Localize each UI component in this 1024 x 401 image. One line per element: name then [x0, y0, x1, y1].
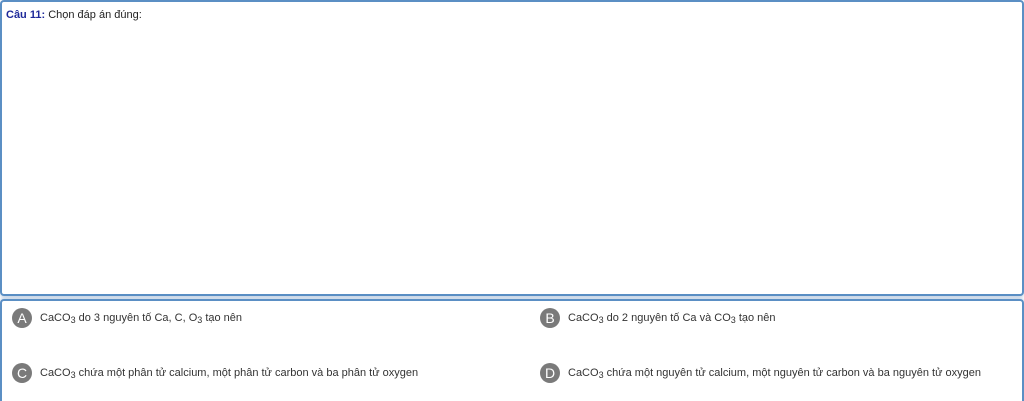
- question-prompt: Chọn đáp án đúng:: [45, 9, 142, 21]
- option-letter-badge: B: [540, 308, 560, 328]
- answer-option-d[interactable]: D CaCO3 chứa một nguyên tử calcium, một …: [540, 363, 981, 383]
- answers-panel: A CaCO3 do 3 nguyên tố Ca, C, O3 tạo nên…: [0, 299, 1024, 401]
- option-text-part: do 2 nguyên tố Ca và CO: [603, 311, 731, 324]
- option-letter-badge: D: [540, 363, 560, 383]
- question-panel: Câu 11: Chọn đáp án đúng:: [0, 0, 1024, 296]
- answer-option-c[interactable]: C CaCO3 chứa một phân tử calcium, một ph…: [12, 363, 418, 383]
- question-text: Câu 11: Chọn đáp án đúng:: [6, 9, 142, 21]
- option-text-part: do 3 nguyên tố Ca, C, O: [75, 311, 198, 324]
- option-text-part: CaCO: [568, 366, 599, 379]
- option-text-part: CaCO: [568, 311, 599, 324]
- answer-option-b[interactable]: B CaCO3 do 2 nguyên tố Ca và CO3 tạo nên: [540, 308, 776, 328]
- option-text-part: chứa một phân tử calcium, một phân tử ca…: [75, 366, 419, 379]
- option-letter-badge: A: [12, 308, 32, 328]
- option-text-part: CaCO: [40, 311, 71, 324]
- option-letter-badge: C: [12, 363, 32, 383]
- option-text-part: chứa một nguyên tử calcium, một nguyên t…: [603, 366, 981, 379]
- question-number: Câu 11:: [6, 9, 46, 21]
- option-text-part: CaCO: [40, 366, 71, 379]
- option-text: CaCO3 do 3 nguyên tố Ca, C, O3 tạo nên: [40, 312, 242, 325]
- option-text-part: tạo nên: [735, 311, 776, 324]
- option-text: CaCO3 chứa một phân tử calcium, một phân…: [40, 367, 418, 380]
- option-text: CaCO3 chứa một nguyên tử calcium, một ng…: [568, 367, 981, 380]
- quiz-page: Câu 11: Chọn đáp án đúng: A CaCO3 do 3 n…: [0, 0, 1024, 401]
- answer-option-a[interactable]: A CaCO3 do 3 nguyên tố Ca, C, O3 tạo nên: [12, 308, 242, 328]
- option-text-part: tạo nên: [202, 311, 243, 324]
- option-text: CaCO3 do 2 nguyên tố Ca và CO3 tạo nên: [568, 312, 776, 325]
